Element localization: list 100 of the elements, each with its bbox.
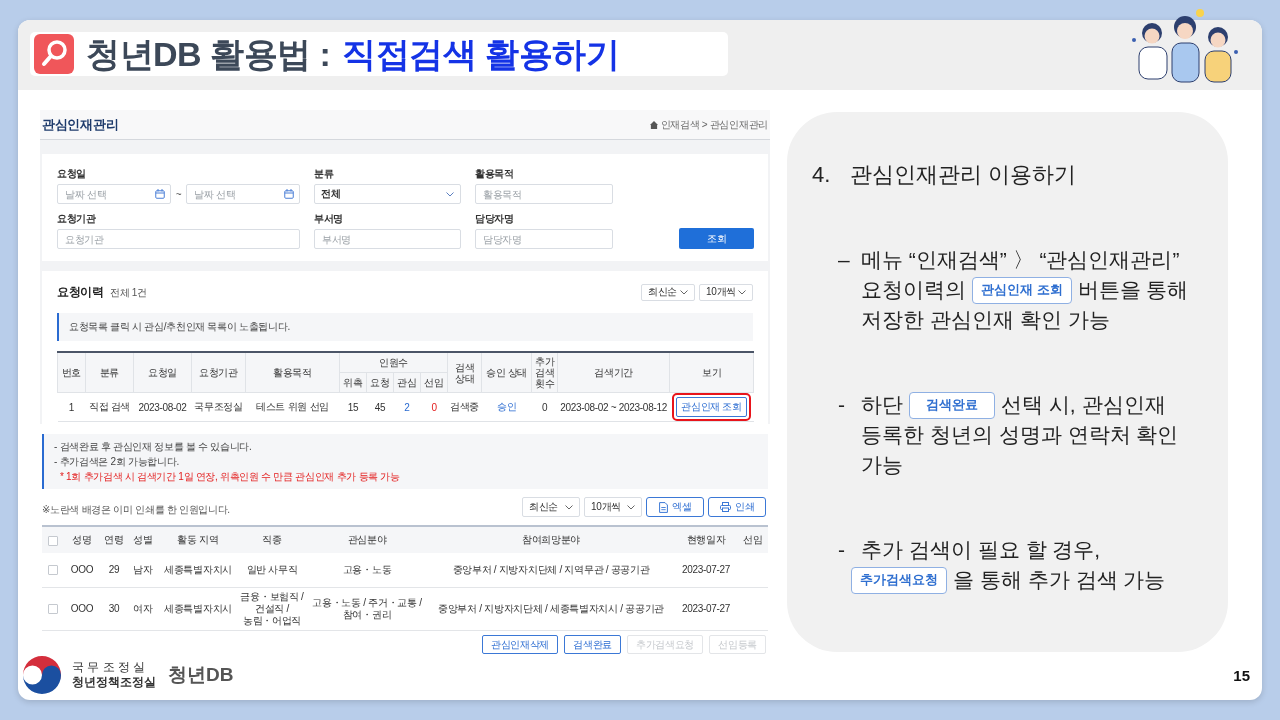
- note-text: - 추가검색은 2회 가능합니다.: [54, 455, 180, 469]
- action-button[interactable]: 관심인재삭제: [481, 635, 559, 654]
- table-cell: 29: [100, 553, 128, 588]
- column-header: 활동 지역: [158, 526, 238, 553]
- table-cell: 국무조정실: [191, 392, 246, 422]
- table-cell: 중앙부처 / 지방자치단체 / 지역무관 / 공공기관: [428, 553, 674, 588]
- text-input[interactable]: 요청기관: [57, 229, 300, 249]
- range-separator: ~: [175, 188, 182, 200]
- bullet-marker: -: [838, 537, 846, 563]
- field-label: 분류: [314, 167, 335, 180]
- step-number: 4.: [812, 161, 831, 189]
- table-cell: 고용・노동 / 주거・교통 / 참여・권리: [306, 587, 428, 631]
- inline-button[interactable]: 추가검색요청: [851, 566, 947, 594]
- table-cell: 일반 사무직: [238, 553, 306, 588]
- bullet-marker: -: [838, 392, 846, 418]
- column-header: 검색기간: [557, 352, 670, 393]
- table-cell: OOO: [64, 587, 100, 631]
- table-cell: 여자: [128, 587, 158, 631]
- table-cell: 2: [393, 392, 421, 422]
- breadcrumb: 인재검색 > 관심인재관리: [660, 117, 768, 132]
- select-all-checkbox[interactable]: [48, 535, 58, 546]
- page-size-select[interactable]: 10개씩: [699, 283, 753, 301]
- warning-text: * 1회 추가검색 시 검색기간 1일 연장, 위촉인원 수 만큼 관심인재 추가 등록 가능: [59, 470, 401, 484]
- guide-text: 을 통해 추가 검색 가능: [953, 567, 1166, 593]
- table-cell: 15: [339, 392, 367, 422]
- table-cell: 2023-07-27: [674, 587, 738, 631]
- org-unit: 청년정책조정실: [72, 675, 156, 690]
- row-checkbox[interactable]: [48, 604, 58, 615]
- excel-button[interactable]: 엑셀: [646, 497, 704, 517]
- step-heading: 관심인재관리 이용하기: [850, 161, 1077, 189]
- date-input[interactable]: 날짜 선택: [57, 184, 171, 204]
- guide-text: 저장한 관심인재 확인 가능: [861, 307, 1110, 333]
- bullet-marker: –: [838, 247, 851, 273]
- field-label: 담당자명: [475, 212, 515, 225]
- column-header: 검색 상태: [447, 352, 482, 393]
- guide-text: 가능: [861, 452, 903, 478]
- sort-select[interactable]: 최신순: [522, 497, 580, 517]
- column-header: 현행일자: [674, 526, 738, 553]
- column-header: 승인 상태: [481, 352, 532, 393]
- table-cell: 세종특별자치시: [158, 553, 238, 588]
- column-header: 직종: [238, 526, 306, 553]
- inline-button[interactable]: 관심인재 조회: [972, 276, 1072, 304]
- chevron-down-icon: [446, 191, 454, 197]
- field-label: 활용목적: [475, 167, 515, 180]
- table-cell: 1: [57, 392, 86, 422]
- org-name: 국 무 조 정 실: [72, 660, 147, 675]
- column-header: 관심: [393, 372, 421, 393]
- table-cell: 2023-08-02: [133, 392, 192, 422]
- guide-text: 하단: [861, 392, 903, 418]
- column-header: 분류: [85, 352, 134, 393]
- sort-select[interactable]: 최신순: [641, 283, 695, 301]
- chevron-down-icon: [738, 289, 746, 295]
- search-button[interactable]: 조회: [679, 228, 754, 249]
- guide-text: 요청이력의: [861, 277, 966, 303]
- view-button[interactable]: 관심인재 조회: [676, 397, 747, 417]
- table-cell: 남자: [128, 553, 158, 588]
- table-cell: 세종특별자치시: [158, 587, 238, 631]
- table-cell: 45: [366, 392, 394, 422]
- note-text: - 검색완료 후 관심인재 정보를 볼 수 있습니다.: [54, 440, 253, 454]
- field-label: 요청기관: [57, 212, 97, 225]
- table-cell: 중앙부처 / 지방자치단체 / 세종특별자치시 / 공공기관: [428, 587, 674, 631]
- column-header: 연령: [100, 526, 128, 553]
- text-input[interactable]: 담당자명: [475, 229, 613, 249]
- text-input[interactable]: 부서명: [314, 229, 461, 249]
- slide-title-highlight: 직접검색 활용하기: [342, 34, 620, 74]
- table-cell: 검색중: [447, 392, 482, 422]
- inline-button[interactable]: 검색완료: [909, 391, 995, 419]
- page-size-select[interactable]: 10개씩: [584, 497, 642, 517]
- text-input[interactable]: 활용목적: [475, 184, 613, 204]
- guide-text: 버튼을 통해: [1077, 277, 1189, 303]
- guide-text: 선택 시, 관심인재: [1001, 392, 1166, 418]
- swirl-emblem-icon: [22, 655, 62, 695]
- column-header: 활용목적: [245, 352, 340, 393]
- section-title: 요청이력: [57, 283, 104, 301]
- action-button[interactable]: 검색완료: [564, 635, 621, 654]
- table-cell: 직접 검색: [85, 392, 134, 422]
- row-checkbox[interactable]: [48, 565, 58, 576]
- table-cell: 금융・보험직 / 건설직 / 농림・어업직: [238, 587, 306, 631]
- chevron-down-icon: [565, 504, 573, 510]
- category-select[interactable]: 전체: [314, 184, 461, 204]
- printer-icon: [719, 502, 731, 512]
- page-title: 관심인재관리: [42, 115, 119, 134]
- guide-text: 추가 검색이 필요 할 경우,: [861, 537, 1101, 563]
- date-input[interactable]: 날짜 선택: [186, 184, 300, 204]
- field-label: 요청일: [57, 167, 88, 180]
- column-header: 참여희망분야: [428, 526, 674, 553]
- chevron-down-icon: [627, 504, 635, 510]
- legend-note: ※노란색 배경은 이미 인쇄를 한 인원입니다.: [42, 503, 230, 517]
- field-label: 부서명: [314, 212, 345, 225]
- guide-text: 등록한 청년의 성명과 연락처 확인: [861, 422, 1179, 448]
- column-header: 성별: [128, 526, 158, 553]
- result-count: 전체 1건: [109, 285, 147, 300]
- brand-name: 청년DB: [168, 663, 234, 687]
- table-cell: 2023-07-27: [674, 553, 738, 588]
- print-button[interactable]: 인쇄: [708, 497, 766, 517]
- calendar-icon: [284, 189, 294, 199]
- column-header: 추가 검색 횟수: [531, 352, 558, 393]
- column-header: 요청: [366, 372, 394, 393]
- table-cell: 테스트 위원 선임: [245, 392, 340, 422]
- column-header: 선임: [738, 526, 768, 553]
